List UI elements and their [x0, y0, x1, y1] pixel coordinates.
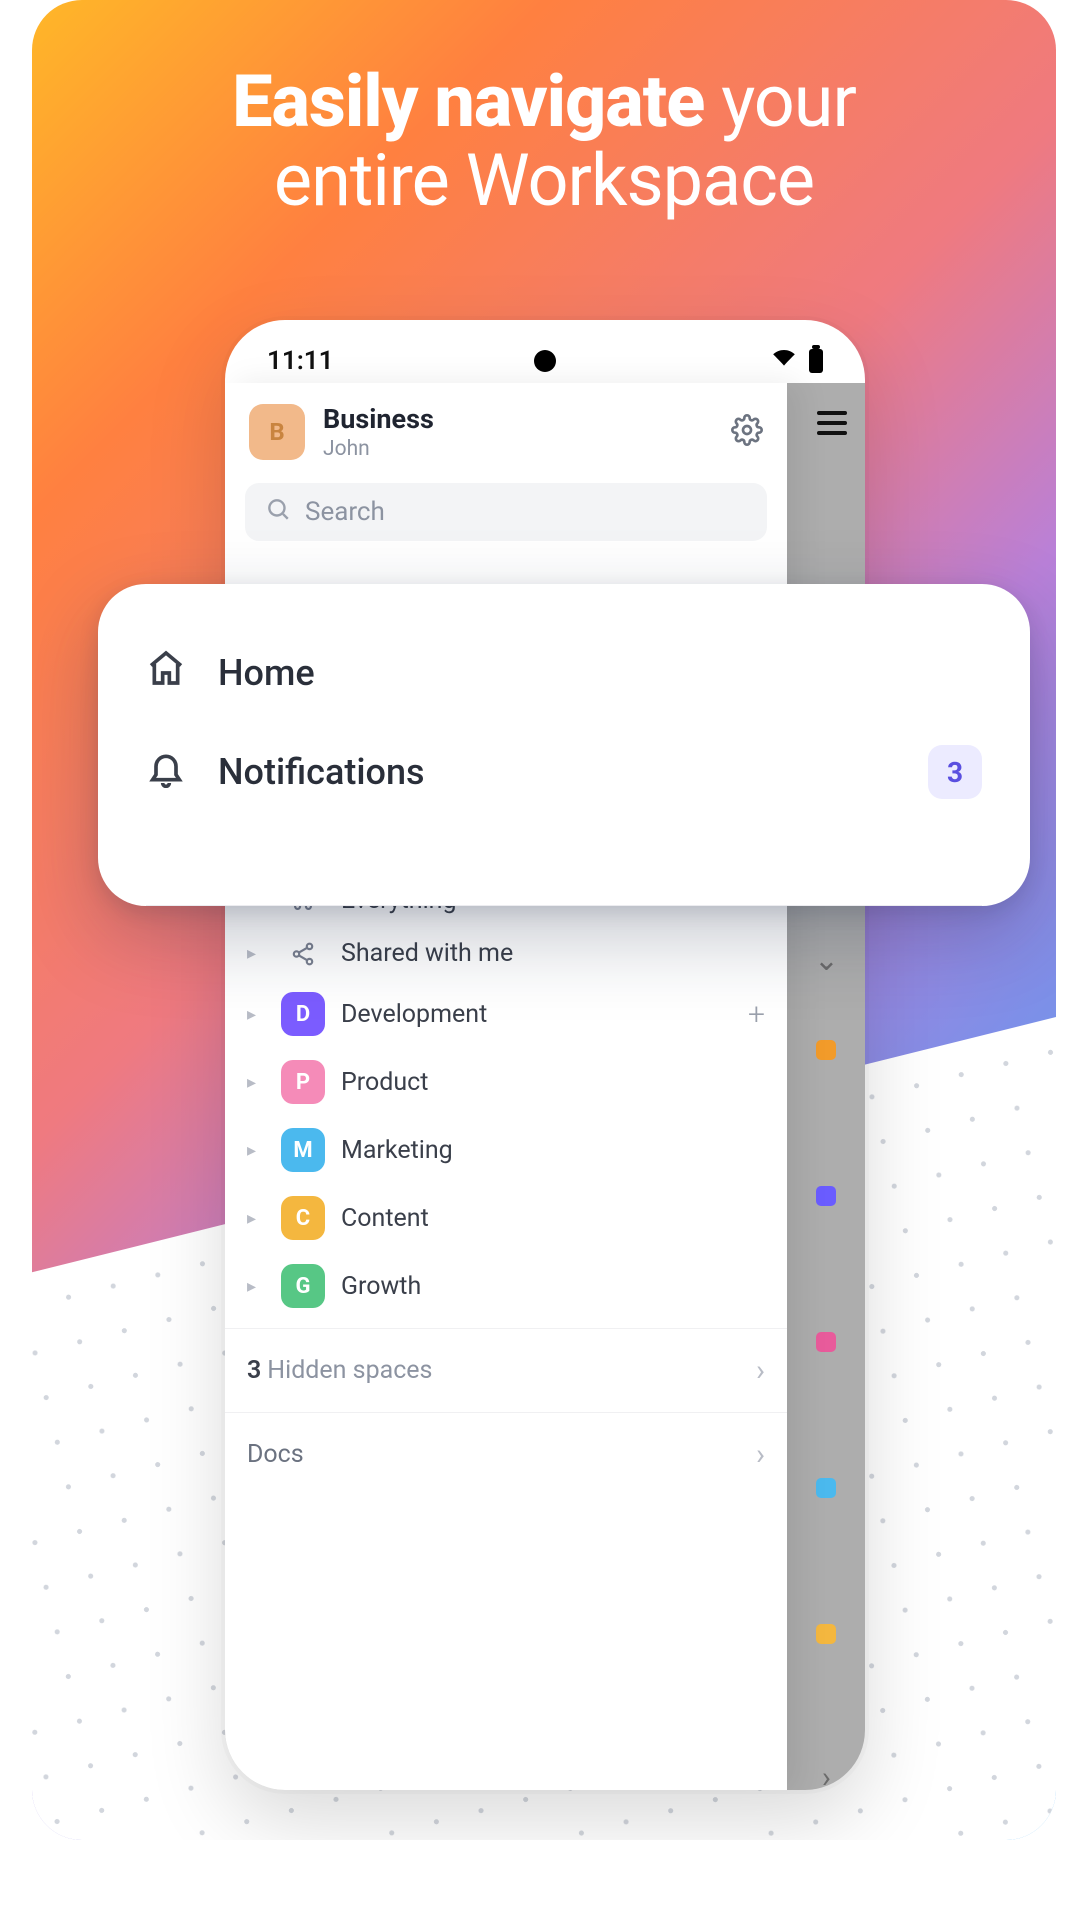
headline-bold: Easily navigate [232, 59, 704, 144]
sidebar-item-space[interactable]: ▸ G Growth [225, 1252, 787, 1320]
chevron-right-icon: › [756, 1437, 765, 1472]
sidebar-item-label: Content [341, 1204, 765, 1233]
background-space-dot [816, 1040, 836, 1060]
hidden-spaces-count: 3 [247, 1356, 261, 1385]
promo-card: Easily navigate your entire Workspace 11… [32, 0, 1056, 1840]
camera-cutout [534, 350, 556, 372]
headline: Easily navigate your entire Workspace [32, 62, 1056, 220]
wifi-icon [771, 344, 797, 377]
hamburger-icon[interactable] [817, 411, 847, 435]
sidebar-item-label: Growth [341, 1272, 765, 1301]
sidebar-item-space[interactable]: ▸ D Development + [225, 980, 787, 1048]
chevron-right-icon[interactable]: › [822, 1760, 831, 1790]
nav-item-home[interactable]: Home [146, 624, 982, 721]
sidebar-item-space[interactable]: ▸ M Marketing [225, 1116, 787, 1184]
gear-icon[interactable] [731, 414, 763, 450]
notifications-badge: 3 [928, 745, 982, 799]
phone-frame: 11:11 ⌄ ›› [225, 320, 865, 1790]
disclosure-icon[interactable]: ▸ [247, 1140, 265, 1161]
sidebar-item-space[interactable]: ▸ P Product [225, 1048, 787, 1116]
status-time: 11:11 [267, 346, 334, 376]
sidebar-item-label: Marketing [341, 1136, 765, 1165]
home-icon [146, 648, 186, 697]
spaces-section: Everything ▸ Shared with me ▸DDevelopmen… [225, 863, 787, 1496]
workspace-title: Business [323, 403, 713, 435]
nav-item-label: Notifications [218, 751, 896, 793]
workspace-user: John [323, 437, 713, 461]
sidebar-item-label: Development [341, 1000, 732, 1029]
battery-icon [809, 349, 823, 373]
space-avatar: D [281, 992, 325, 1036]
space-avatar: C [281, 1196, 325, 1240]
nav-item-notifications[interactable]: Notifications 3 [146, 721, 982, 823]
space-avatar: P [281, 1060, 325, 1104]
search-icon [265, 496, 291, 529]
docs-button[interactable]: Docs › [225, 1412, 787, 1496]
space-avatar: M [281, 1128, 325, 1172]
hidden-spaces-button[interactable]: 3 Hidden spaces › [225, 1328, 787, 1412]
share-icon [281, 941, 325, 967]
background-space-dot [816, 1186, 836, 1206]
chevron-right-icon: › [756, 1353, 765, 1388]
background-space-dot [816, 1332, 836, 1352]
workspace-avatar: B [249, 404, 305, 460]
chevron-down-icon[interactable]: ⌄ [814, 943, 839, 978]
search-placeholder: Search [305, 497, 385, 527]
bell-icon [146, 748, 186, 797]
disclosure-icon[interactable]: ▸ [247, 943, 265, 964]
sidebar-item-shared[interactable]: ▸ Shared with me [225, 927, 787, 980]
sidebar-item-space[interactable]: ▸ C Content [225, 1184, 787, 1252]
add-icon[interactable]: + [748, 997, 765, 1032]
background-space-dot [816, 1478, 836, 1498]
disclosure-icon[interactable]: ▸ [247, 1276, 265, 1297]
disclosure-icon[interactable]: ▸ [247, 1208, 265, 1229]
nav-item-label: Home [218, 652, 982, 694]
background-sidebar-icons: ⌄ ›› [814, 943, 839, 1790]
nav-popover: Home Notifications 3 [98, 584, 1030, 906]
status-bar: 11:11 [225, 320, 865, 383]
headline-line2: entire Workspace [274, 138, 814, 223]
sidebar-item-label: Product [341, 1068, 765, 1097]
space-avatar: G [281, 1264, 325, 1308]
background-space-dot [816, 1624, 836, 1644]
docs-label: Docs [247, 1440, 304, 1469]
workspace-header[interactable]: B Business John [225, 383, 787, 471]
headline-rest: your [704, 59, 856, 144]
disclosure-icon[interactable]: ▸ [247, 1072, 265, 1093]
sidebar-item-label: Shared with me [341, 939, 765, 968]
hidden-spaces-label: Hidden spaces [267, 1356, 432, 1385]
search-input[interactable]: Search [245, 483, 767, 541]
disclosure-icon[interactable]: ▸ [247, 1004, 265, 1025]
